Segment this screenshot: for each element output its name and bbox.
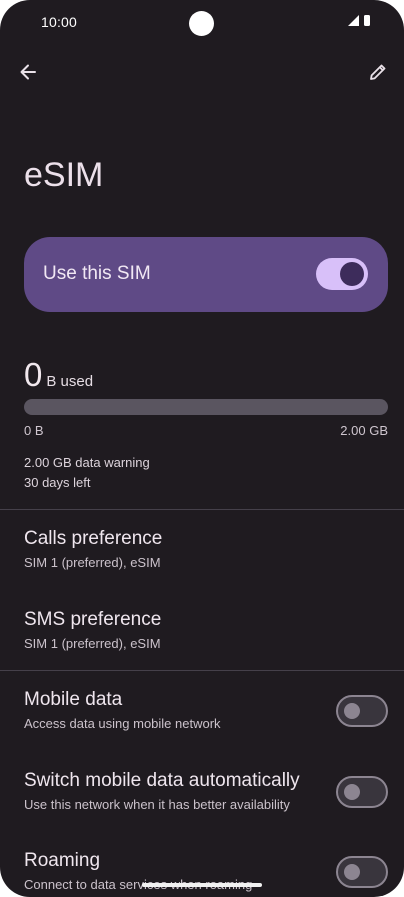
camera-cutout [189, 11, 214, 36]
calls-preference-subtitle: SIM 1 (preferred), eSIM [24, 555, 161, 570]
use-sim-label: Use this SIM [43, 263, 151, 284]
sms-preference-item[interactable]: SMS preference SIM 1 (preferred), eSIM [24, 609, 161, 651]
mobile-data-subtitle: Access data using mobile network [24, 716, 221, 731]
switch-data-auto-item[interactable]: Switch mobile data automatically Use thi… [24, 770, 300, 812]
status-time: 10:00 [41, 14, 78, 30]
edit-button[interactable] [364, 58, 392, 86]
battery-icon [364, 15, 370, 26]
pencil-icon [370, 64, 386, 80]
sms-preference-title: SMS preference [24, 609, 162, 630]
usage-progress-bar [24, 399, 388, 415]
toggle-knob [344, 784, 360, 800]
toggle-knob [344, 864, 360, 880]
mobile-data-toggle[interactable] [336, 695, 388, 727]
roaming-toggle[interactable] [336, 856, 388, 888]
calls-preference-title: Calls preference [24, 528, 163, 549]
status-icons [348, 15, 370, 26]
back-button[interactable] [14, 58, 42, 86]
days-left-text: 30 days left [24, 475, 91, 490]
usage-number: 0 [24, 356, 43, 393]
toggle-knob [344, 703, 360, 719]
switch-data-auto-subtitle: Use this network when it has better avai… [24, 797, 290, 812]
data-warning-text: 2.00 GB data warning [24, 455, 150, 470]
status-bar: 10:00 [0, 0, 404, 44]
switch-data-auto-toggle[interactable] [336, 776, 388, 808]
use-sim-toggle[interactable] [316, 258, 368, 290]
usage-max-label: 2.00 GB [340, 423, 388, 438]
section-divider [0, 670, 404, 671]
arrow-left-icon [20, 64, 36, 80]
phone-screen: 10:00 eSIM Use this SIM 0 B used 0 B 2.0… [0, 0, 404, 897]
gesture-nav-bar[interactable] [142, 883, 262, 887]
mobile-data-title: Mobile data [24, 689, 123, 710]
top-app-bar [0, 56, 404, 90]
use-sim-card[interactable]: Use this SIM [24, 237, 388, 312]
sms-preference-subtitle: SIM 1 (preferred), eSIM [24, 636, 161, 651]
usage-amount: 0 B used [24, 356, 93, 394]
usage-unit: B used [46, 373, 94, 390]
signal-icon [348, 15, 359, 26]
calls-preference-item[interactable]: Calls preference SIM 1 (preferred), eSIM [24, 528, 162, 570]
page-title: eSIM [24, 156, 104, 194]
usage-min-label: 0 B [24, 423, 44, 438]
toggle-knob [340, 262, 364, 286]
section-divider [0, 509, 404, 510]
switch-data-auto-title: Switch mobile data automatically [24, 770, 300, 791]
mobile-data-item[interactable]: Mobile data Access data using mobile net… [24, 689, 221, 731]
roaming-title: Roaming [24, 850, 101, 871]
